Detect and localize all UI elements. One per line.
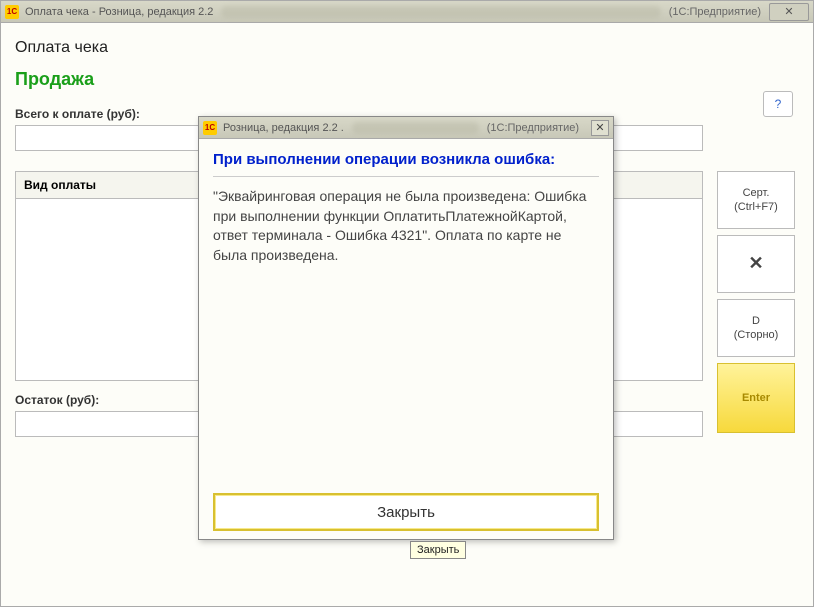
main-window-title: Оплата чека - Розница, редакция 2.2 <box>25 6 213 18</box>
close-tooltip: Закрыть <box>410 541 466 559</box>
dialog-titlebar-blur <box>352 122 479 134</box>
dialog-close-icon[interactable]: ✕ <box>591 120 609 136</box>
main-window-subtitle: (1С:Предприятие) <box>669 6 761 18</box>
enter-button[interactable]: Enter <box>717 363 795 433</box>
storno-button-line2: (Сторно) <box>734 328 779 342</box>
dialog-close-button[interactable]: Закрыть <box>213 493 599 531</box>
error-text: "Эквайринговая операция не была произвед… <box>213 187 599 493</box>
app-icon: 1С <box>5 5 19 19</box>
dialog-title: Розница, редакция 2.2 . <box>223 122 344 134</box>
storno-button[interactable]: D (Сторно) <box>717 299 795 357</box>
close-icon: ✕ <box>748 252 763 275</box>
page-title: Оплата чека <box>15 39 799 57</box>
cert-button-line2: (Ctrl+F7) <box>734 200 778 214</box>
dialog-footer: Закрыть <box>213 493 599 531</box>
main-titlebar[interactable]: 1С Оплата чека - Розница, редакция 2.2 (… <box>1 1 813 23</box>
cert-button-line1: Серт. <box>743 186 770 200</box>
titlebar-blur <box>221 6 660 18</box>
main-close-button[interactable]: ✕ <box>769 3 809 21</box>
storno-button-line1: D <box>752 314 760 328</box>
help-icon: ? <box>775 97 782 111</box>
app-icon: 1С <box>203 121 217 135</box>
dialog-titlebar[interactable]: 1С Розница, редакция 2.2 . (1С:Предприят… <box>199 117 613 139</box>
cancel-button[interactable]: ✕ <box>717 235 795 293</box>
help-button[interactable]: ? <box>763 91 793 117</box>
dialog-subtitle: (1С:Предприятие) <box>487 122 579 134</box>
error-dialog: 1С Розница, редакция 2.2 . (1С:Предприят… <box>198 116 614 540</box>
side-buttons: Серт. (Ctrl+F7) ✕ D (Сторно) Enter <box>717 171 795 433</box>
enter-button-label: Enter <box>742 391 770 405</box>
cert-button[interactable]: Серт. (Ctrl+F7) <box>717 171 795 229</box>
error-heading: При выполнении операции возникла ошибка: <box>213 151 599 177</box>
dialog-body: При выполнении операции возникла ошибка:… <box>199 139 613 539</box>
